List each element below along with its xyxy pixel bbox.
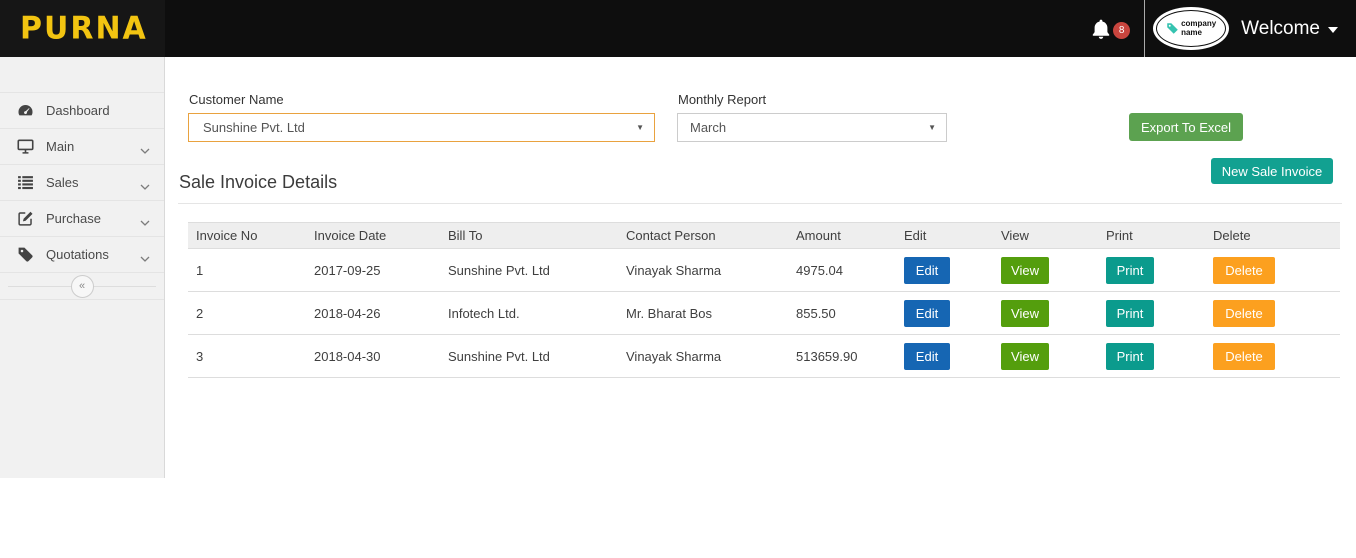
col-header-view: View (993, 223, 1098, 249)
col-header-invoice-no: Invoice No (188, 223, 306, 249)
cell-bill-to: Infotech Ltd. (440, 292, 618, 335)
sidebar-item-quotations[interactable]: Quotations (0, 237, 164, 273)
sidebar-item-label: Purchase (46, 211, 140, 226)
header-divider (1144, 0, 1145, 57)
monthly-report-label: Monthly Report (678, 92, 766, 107)
view-button[interactable]: View (1001, 343, 1049, 370)
new-sale-invoice-button[interactable]: New Sale Invoice (1211, 158, 1333, 184)
table-row: 1 2017-09-25 Sunshine Pvt. Ltd Vinayak S… (188, 249, 1340, 292)
export-to-excel-button[interactable]: Export To Excel (1129, 113, 1243, 141)
notification-badge: 8 (1113, 22, 1130, 39)
sidebar-collapse-button[interactable]: « (71, 275, 94, 298)
bell-icon (1091, 18, 1111, 40)
chevron-down-icon (140, 215, 150, 222)
print-button[interactable]: Print (1106, 300, 1154, 327)
cell-bill-to: Sunshine Pvt. Ltd (440, 249, 618, 292)
sidebar-item-sales[interactable]: Sales (0, 165, 164, 201)
cell-amount: 513659.90 (788, 335, 896, 378)
delete-button[interactable]: Delete (1213, 343, 1275, 370)
cell-invoice-date: 2018-04-30 (306, 335, 440, 378)
edit-button[interactable]: Edit (904, 343, 950, 370)
sidebar-item-label: Quotations (46, 247, 140, 262)
main-content: Customer Name Sunshine Pvt. Ltd ▼ Monthl… (166, 57, 1356, 478)
sidebar-collapse-row: « (0, 273, 164, 300)
select-caret-icon: ▼ (928, 123, 936, 132)
delete-button[interactable]: Delete (1213, 257, 1275, 284)
sidebar-item-label: Dashboard (46, 103, 150, 118)
sidebar-item-label: Main (46, 139, 140, 154)
edit-square-icon (17, 210, 34, 227)
title-divider (178, 203, 1342, 204)
invoice-table-body: 1 2017-09-25 Sunshine Pvt. Ltd Vinayak S… (188, 249, 1340, 378)
customer-name-select[interactable]: Sunshine Pvt. Ltd ▼ (188, 113, 655, 142)
sidebar-spacer (0, 57, 164, 93)
table-row: 2 2018-04-26 Infotech Ltd. Mr. Bharat Bo… (188, 292, 1340, 335)
monthly-report-select[interactable]: March ▼ (677, 113, 947, 142)
delete-button[interactable]: Delete (1213, 300, 1275, 327)
sidebar: Dashboard Main Sales Purchase Quotati (0, 57, 165, 478)
company-logo[interactable]: company name (1153, 7, 1229, 50)
monthly-report-value: March (690, 120, 928, 135)
col-header-bill-to: Bill To (440, 223, 618, 249)
page-title: Sale Invoice Details (179, 172, 337, 193)
app-logo-text: PURNA (20, 10, 148, 47)
col-header-edit: Edit (896, 223, 993, 249)
edit-button[interactable]: Edit (904, 300, 950, 327)
cell-amount: 4975.04 (788, 249, 896, 292)
cell-invoice-date: 2017-09-25 (306, 249, 440, 292)
customer-name-value: Sunshine Pvt. Ltd (203, 120, 636, 135)
col-header-delete: Delete (1205, 223, 1340, 249)
company-tag-icon (1166, 22, 1179, 35)
tag-icon (17, 246, 34, 263)
table-header-row: Invoice No Invoice Date Bill To Contact … (188, 223, 1340, 249)
print-button[interactable]: Print (1106, 257, 1154, 284)
dashboard-icon (17, 102, 34, 119)
notifications-button[interactable]: 8 (1091, 18, 1130, 40)
customer-name-label: Customer Name (189, 92, 284, 107)
col-header-amount: Amount (788, 223, 896, 249)
cell-amount: 855.50 (788, 292, 896, 335)
cell-contact-person: Vinayak Sharma (618, 335, 788, 378)
monitor-icon (17, 138, 34, 155)
col-header-print: Print (1098, 223, 1205, 249)
welcome-label: Welcome (1241, 18, 1320, 40)
sidebar-item-purchase[interactable]: Purchase (0, 201, 164, 237)
sidebar-item-main[interactable]: Main (0, 129, 164, 165)
sidebar-item-dashboard[interactable]: Dashboard (0, 93, 164, 129)
app-logo[interactable]: PURNA (0, 0, 165, 57)
cell-contact-person: Mr. Bharat Bos (618, 292, 788, 335)
chevron-down-icon (140, 251, 150, 258)
cell-bill-to: Sunshine Pvt. Ltd (440, 335, 618, 378)
edit-button[interactable]: Edit (904, 257, 950, 284)
top-header: PURNA 8 company name Welcome (0, 0, 1356, 57)
chevron-down-icon (140, 179, 150, 186)
print-button[interactable]: Print (1106, 343, 1154, 370)
view-button[interactable]: View (1001, 257, 1049, 284)
invoice-table: Invoice No Invoice Date Bill To Contact … (188, 222, 1340, 378)
col-header-contact-person: Contact Person (618, 223, 788, 249)
cell-contact-person: Vinayak Sharma (618, 249, 788, 292)
cell-invoice-no: 2 (188, 292, 306, 335)
chevron-down-icon (140, 143, 150, 150)
table-row: 3 2018-04-30 Sunshine Pvt. Ltd Vinayak S… (188, 335, 1340, 378)
welcome-menu[interactable]: Welcome (1241, 18, 1338, 40)
cell-invoice-date: 2018-04-26 (306, 292, 440, 335)
list-icon (17, 174, 34, 191)
view-button[interactable]: View (1001, 300, 1049, 327)
col-header-invoice-date: Invoice Date (306, 223, 440, 249)
cell-invoice-no: 1 (188, 249, 306, 292)
company-logo-line2: name (1181, 28, 1202, 37)
select-caret-icon: ▼ (636, 123, 644, 132)
chevron-down-icon (1328, 27, 1338, 33)
cell-invoice-no: 3 (188, 335, 306, 378)
sidebar-item-label: Sales (46, 175, 140, 190)
